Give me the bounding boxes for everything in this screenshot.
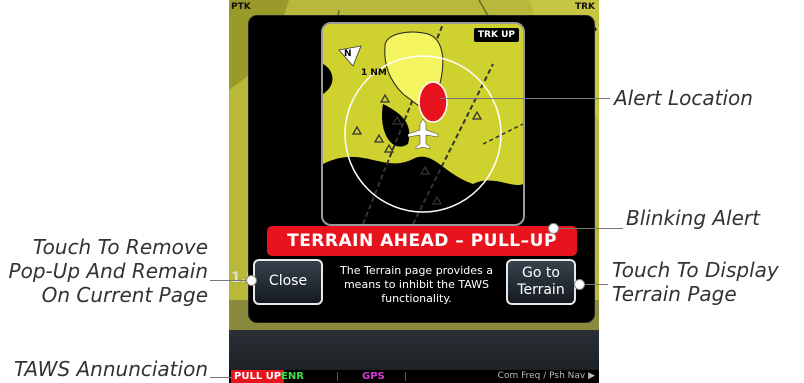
com-freq-field[interactable]: Com Freq / Psh Nav ▶ [498, 370, 595, 383]
close-leader [210, 280, 250, 281]
status-separator [405, 372, 406, 381]
terrain-map-graphic [323, 24, 523, 224]
alert-location-dot [436, 93, 445, 102]
goto-dot [574, 279, 585, 290]
nav-mode: ENR [281, 371, 304, 382]
device-screen: PTK TRK P L 1.5 NM [229, 0, 599, 383]
go-to-terrain-button[interactable]: Go to Terrain [506, 259, 576, 305]
blinking-alert-leader [553, 228, 623, 229]
callout-touch-remove-line2: Pop-Up And Remain [8, 259, 208, 283]
blinking-alert-dot [548, 223, 559, 234]
taws-leader [210, 377, 232, 378]
nav-source: GPS [362, 371, 385, 382]
callout-touch-display-line1: Touch To Display [612, 258, 779, 282]
map-corner-right: TRK [574, 2, 595, 12]
orientation-label: TRK UP [473, 28, 519, 42]
taws-annunciation: PULL UP [231, 370, 285, 383]
callout-touch-display-line2: Terrain Page [612, 282, 737, 306]
alert-location-leader [440, 98, 610, 99]
callout-blinking-alert: Blinking Alert [626, 206, 760, 230]
callout-touch-display: Touch To Display Terrain Page [612, 258, 779, 306]
status-bar: PULL UP ENR GPS Com Freq / Psh Nav ▶ [229, 370, 599, 383]
range-ring-label: 1 NM [361, 68, 387, 78]
close-button[interactable]: Close [253, 259, 323, 305]
terrain-inset-map: TRK UP N 1 NM [321, 22, 525, 226]
terrain-alert-banner: TERRAIN AHEAD – PULL–UP [267, 226, 577, 256]
status-separator [337, 372, 338, 381]
map-corner-left: PTK [231, 2, 251, 12]
callout-taws-annunciation: TAWS Annunciation [13, 357, 208, 381]
softkey-strip [229, 330, 599, 370]
callout-touch-remove-line1: Touch To Remove [32, 235, 208, 259]
terrain-alert-popup: TRK UP N 1 NM TERRAIN AHEAD – PULL–UP Cl… [249, 16, 594, 322]
callout-touch-remove-line3: On Current Page [41, 283, 208, 307]
north-label: N [344, 49, 352, 59]
close-dot [246, 275, 257, 286]
callout-touch-remove: Touch To Remove Pop-Up And Remain On Cur… [0, 235, 208, 307]
callout-alert-location: Alert Location [614, 86, 753, 110]
popup-info-text: The Terrain page provides a means to inh… [340, 264, 493, 306]
